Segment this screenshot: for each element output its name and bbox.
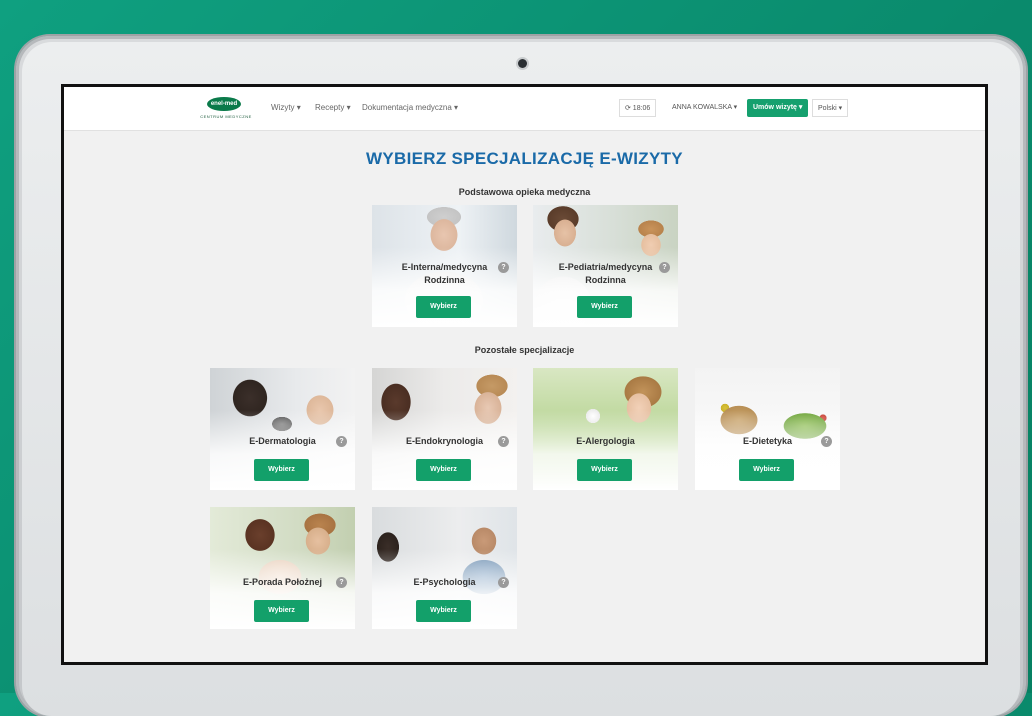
card-title: E-Alergologia — [533, 435, 678, 448]
select-button[interactable]: Wybierz — [416, 600, 471, 622]
info-icon[interactable]: ? — [498, 262, 509, 273]
card-title-line1: E-Dermatologia — [249, 436, 316, 446]
card-title: E-Porada Położnej — [210, 576, 355, 589]
logo-subtitle: CENTRUM MEDYCZNE — [200, 114, 252, 119]
top-navbar: enel-med CENTRUM MEDYCZNE Wizyty ▾ Recep… — [64, 87, 985, 131]
webcam-icon — [518, 59, 527, 68]
card-title-line2: Rodzinna — [424, 275, 465, 285]
card-title-line2: Rodzinna — [585, 275, 626, 285]
specialty-card-endokrynologia[interactable]: E-Endokrynologia ? Wybierz — [372, 368, 517, 490]
card-title-line1: E-Endokrynologia — [405, 436, 483, 446]
language-select[interactable]: Polski ▾ — [812, 99, 849, 117]
card-title: E-Interna/medycyna Rodzinna — [372, 261, 517, 287]
user-menu[interactable]: ANNA KOWALSKA ▾ — [667, 99, 743, 117]
nav-link-dokumentacja[interactable]: Dokumentacja medyczna ▾ — [362, 103, 458, 112]
card-title-line1: E-Dietetyka — [742, 436, 793, 446]
specialty-card-dermatologia[interactable]: E-Dermatologia ? Wybierz — [210, 368, 355, 490]
select-button[interactable]: Wybierz — [254, 459, 309, 481]
info-icon[interactable]: ? — [336, 577, 347, 588]
card-title-line1: E-Psychologia — [413, 577, 476, 587]
select-button[interactable]: Wybierz — [577, 459, 632, 481]
section-title-other-specialties: Pozostałe specjalizacje — [474, 345, 575, 355]
card-title-line1: E-Pediatria/medycyna — [558, 262, 653, 272]
info-icon[interactable]: ? — [659, 262, 670, 273]
select-button[interactable]: Wybierz — [254, 600, 309, 622]
specialty-card-psychologia[interactable]: E-Psychologia ? Wybierz — [372, 507, 517, 629]
card-title-line1: E-Porada Położnej — [242, 577, 322, 587]
browser-viewport: enel-med CENTRUM MEDYCZNE Wizyty ▾ Recep… — [64, 87, 985, 662]
brand-logo[interactable]: enel-med CENTRUM MEDYCZNE — [198, 97, 254, 123]
card-title: E-Dermatologia — [210, 435, 355, 448]
select-button[interactable]: Wybierz — [739, 459, 794, 481]
nav-link-recepty[interactable]: Recepty ▾ — [315, 103, 351, 112]
card-title: E-Dietetyka — [695, 435, 840, 448]
specialty-card-interna[interactable]: E-Interna/medycyna Rodzinna ? Wybierz — [372, 205, 517, 327]
info-icon[interactable]: ? — [498, 577, 509, 588]
info-icon[interactable]: ? — [336, 436, 347, 447]
select-button[interactable]: Wybierz — [577, 296, 632, 318]
card-title: E-Pediatria/medycyna Rodzinna — [533, 261, 678, 287]
logo-badge: enel-med — [207, 97, 241, 111]
nav-link-wizyty[interactable]: Wizyty ▾ — [271, 103, 301, 112]
card-title: E-Psychologia — [372, 576, 517, 589]
book-visit-button[interactable]: Umów wizytę ▾ — [747, 99, 809, 117]
section-title-primary-care: Podstawowa opieka medyczna — [458, 187, 591, 197]
info-icon[interactable]: ? — [821, 436, 832, 447]
specialty-card-alergologia[interactable]: E-Alergologia Wybierz — [533, 368, 678, 490]
card-title-line1: E-Interna/medycyna — [401, 262, 488, 272]
laptop-screen: enel-med CENTRUM MEDYCZNE Wizyty ▾ Recep… — [61, 84, 988, 665]
specialty-card-dietetyka[interactable]: E-Dietetyka ? Wybierz — [695, 368, 840, 490]
card-title: E-Endokrynologia — [372, 435, 517, 448]
page-title: WYBIERZ SPECJALIZACJĘ E-WIZYTY — [366, 149, 683, 168]
select-button[interactable]: Wybierz — [416, 459, 471, 481]
card-title-line1: E-Alergologia — [576, 436, 635, 446]
session-clock: ⟳ 18:06 — [619, 99, 657, 117]
specialty-card-pediatria[interactable]: E-Pediatria/medycyna Rodzinna ? Wybierz — [533, 205, 678, 327]
info-icon[interactable]: ? — [498, 436, 509, 447]
specialty-card-porada-poloznej[interactable]: E-Porada Położnej ? Wybierz — [210, 507, 355, 629]
select-button[interactable]: Wybierz — [416, 296, 471, 318]
